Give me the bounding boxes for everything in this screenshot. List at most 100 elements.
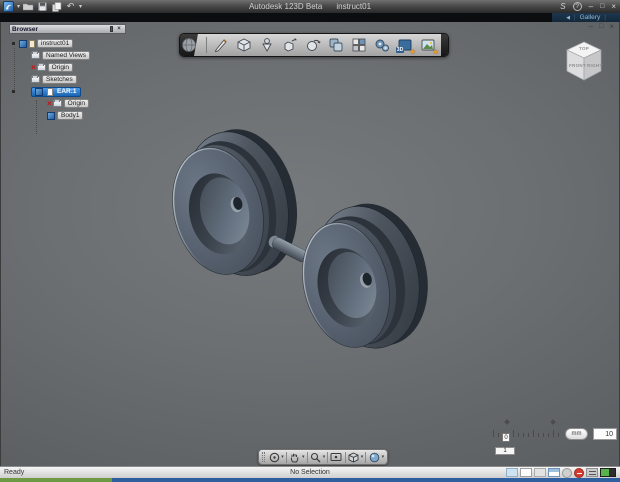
model-wheel-right[interactable]	[287, 192, 442, 362]
tab-gallery[interactable]: ◀ | Gallery |	[552, 13, 620, 22]
signin-icon[interactable]: S	[560, 2, 565, 11]
open-button[interactable]	[23, 2, 34, 12]
navbar-grip[interactable]	[262, 452, 265, 462]
tree-item-root[interactable]: instruct01	[9, 38, 126, 49]
undo-button[interactable]: ↶	[65, 1, 76, 12]
top-strip: ◀ | Gallery |	[0, 13, 620, 22]
page-icon	[29, 39, 35, 48]
folder-icon	[36, 63, 46, 71]
viewcube-right-label[interactable]: RIGHT	[587, 63, 603, 68]
expander-icon[interactable]	[12, 42, 15, 45]
browser-close-icon[interactable]: ×	[115, 25, 123, 33]
scale-marker-icon[interactable]	[504, 419, 510, 425]
tree-item-ear1[interactable]: EAR:1	[9, 86, 126, 97]
status-bar: Ready No Selection	[0, 466, 620, 478]
display-style-icon[interactable]	[348, 451, 360, 464]
grid-size-field[interactable]: 10	[593, 428, 617, 440]
app-logo-icon[interactable]	[3, 1, 14, 12]
browser-header[interactable]: Browser ×	[9, 24, 126, 34]
app-menu-caret-icon[interactable]: ▾	[17, 4, 20, 10]
new-star-icon: ★	[409, 49, 416, 56]
browser-panel: Browser × instruct01 Named Views × Origi…	[9, 24, 126, 134]
redo-caret-icon[interactable]: ▾	[79, 4, 82, 10]
component-icon	[35, 87, 43, 96]
quick-access-toolbar: ▾ ↶ ▾	[0, 1, 82, 12]
gallery-arrow-icon[interactable]: ◀	[566, 15, 570, 21]
browser-tree: instruct01 Named Views × Origin Sketches	[9, 38, 126, 134]
tree-item-body[interactable]: Body1	[9, 110, 126, 121]
window-select-icon[interactable]	[520, 468, 532, 477]
tree-item-named-views[interactable]: Named Views	[9, 50, 126, 61]
ruler-step-label: 1	[495, 447, 515, 455]
save-button[interactable]	[37, 2, 48, 12]
tree-item-origin[interactable]: × Origin	[9, 62, 126, 73]
lock-icon[interactable]	[534, 468, 546, 477]
orbit-icon[interactable]	[268, 451, 280, 464]
title-bar: ▾ ↶ ▾ Autodesk 123D Beta instruct01 S ? –…	[0, 0, 620, 13]
pan-caret-icon[interactable]: ▾	[302, 454, 305, 460]
browser-title: Browser	[12, 25, 39, 33]
help-icon[interactable]: ?	[572, 2, 582, 11]
view-cube[interactable]: TOP FRONT RIGHT	[561, 38, 607, 88]
model-wheel-left[interactable]	[157, 118, 312, 290]
restore-button[interactable]: □	[600, 3, 604, 10]
units-button[interactable]: mm	[565, 428, 588, 440]
orbit-caret-icon[interactable]: ▾	[281, 454, 284, 460]
scale-widget: 0 mm 10 1	[493, 418, 617, 456]
body-icon	[47, 111, 55, 120]
copy-button[interactable]	[51, 1, 62, 12]
toolbar-end-cap	[440, 34, 448, 56]
folder-icon	[52, 99, 62, 107]
ruler-origin-label: 0	[502, 433, 510, 442]
select-box-icon[interactable]	[506, 468, 518, 477]
combine-icon[interactable]	[325, 35, 347, 55]
viewport-3d[interactable]: – □ × Browser × instruct01 Named Views ×…	[0, 22, 620, 466]
bottom-edge	[0, 478, 620, 482]
display-caret-icon[interactable]: ▾	[361, 454, 364, 460]
visibility-off-icon[interactable]: ×	[47, 99, 52, 108]
folder-icon	[31, 51, 40, 59]
revolve-icon[interactable]	[256, 35, 278, 55]
battery-icon[interactable]	[600, 468, 616, 477]
main-toolbar: 3D ★ ★	[179, 33, 449, 57]
navigation-bar: ▾ ▾ ▾ ▾ ▾	[258, 449, 388, 465]
close-button[interactable]: ×	[611, 2, 616, 11]
window-title: Autodesk 123D Beta instruct01	[248, 2, 372, 11]
page-icon	[47, 87, 53, 96]
visibility-off-icon[interactable]: ×	[31, 63, 36, 72]
insert-3d-icon[interactable]: 3D ★	[394, 35, 416, 56]
tree-item-sketches[interactable]: Sketches	[9, 74, 126, 85]
material-caret-icon[interactable]: ▾	[382, 454, 385, 460]
pin-icon[interactable]	[107, 25, 115, 33]
gallery-label: Gallery	[579, 14, 601, 21]
gears-icon[interactable]	[371, 35, 393, 55]
pattern-icon[interactable]	[302, 35, 324, 55]
expander-icon[interactable]	[12, 90, 15, 93]
zoom-icon[interactable]	[309, 451, 321, 464]
look-at-icon[interactable]	[330, 451, 342, 464]
viewcube-front-label[interactable]: FRONT	[569, 63, 586, 68]
window-icon[interactable]	[548, 468, 560, 477]
no-entry-icon[interactable]	[574, 467, 584, 478]
move-icon[interactable]	[279, 35, 301, 55]
material-icon[interactable]	[368, 451, 380, 464]
folder-icon	[31, 75, 40, 83]
tree-item-ear1-origin[interactable]: × Origin	[9, 98, 126, 109]
component-icon	[19, 39, 27, 48]
viewcube-top-label[interactable]: TOP	[579, 46, 589, 51]
new-star-icon: ★	[432, 49, 439, 56]
app-window: ▾ ↶ ▾ Autodesk 123D Beta instruct01 S ? –…	[0, 0, 620, 482]
bottom-edge-green	[0, 478, 112, 482]
minimize-button[interactable]: –	[589, 2, 593, 11]
insert-image-icon[interactable]: ★	[417, 35, 439, 56]
device-icon[interactable]	[586, 468, 598, 477]
scale-marker-icon[interactable]	[550, 419, 556, 425]
sphere-menu-icon	[182, 38, 196, 52]
snap-icon[interactable]	[562, 467, 572, 478]
zoom-caret-icon[interactable]: ▾	[323, 454, 326, 460]
split-icon[interactable]	[348, 35, 370, 55]
pan-icon[interactable]	[289, 451, 301, 464]
sketch-icon[interactable]	[210, 35, 232, 55]
primitive-box-icon[interactable]	[233, 35, 255, 55]
status-toggles	[506, 467, 616, 478]
